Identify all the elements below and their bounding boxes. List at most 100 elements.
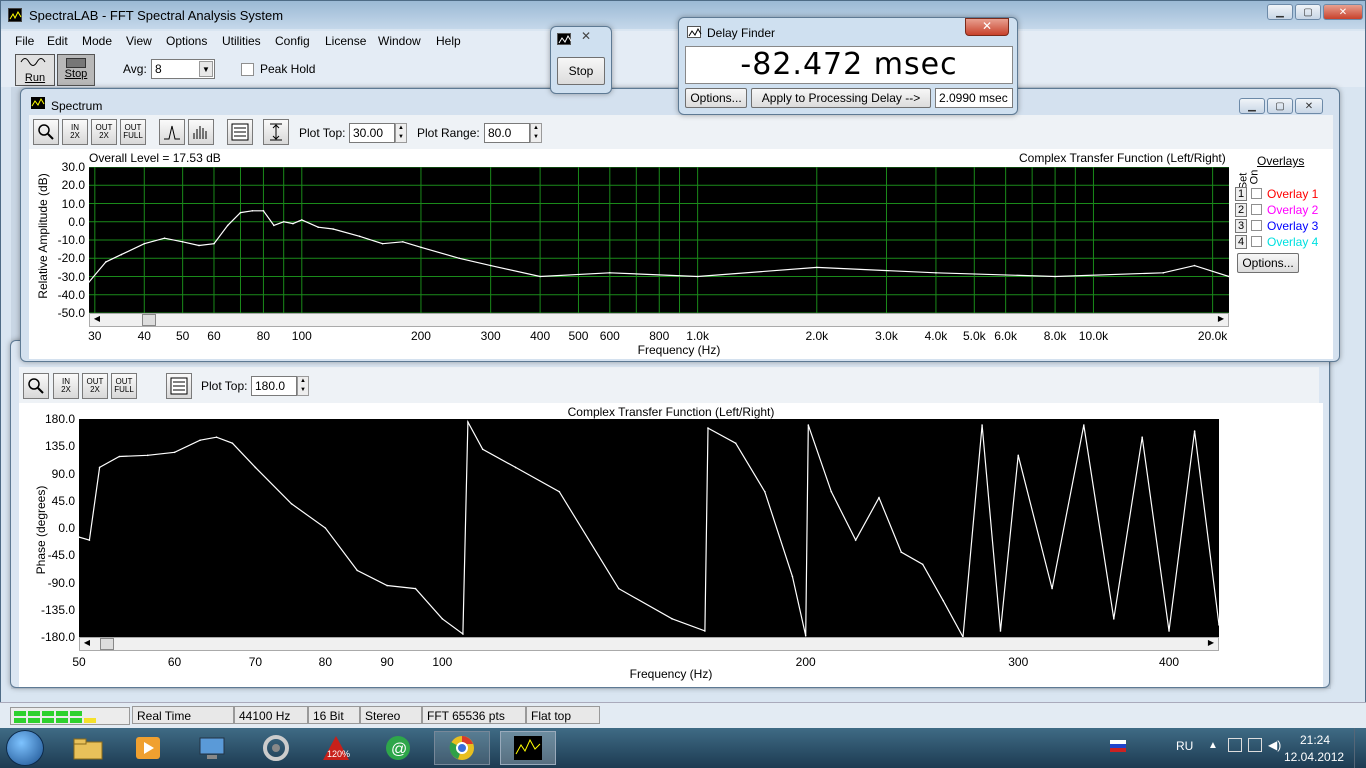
plot-range-input[interactable]: 80.0: [484, 123, 530, 143]
data-point: [1162, 272, 1164, 274]
scroll-right-arrow-icon[interactable]: ▶: [1214, 314, 1228, 326]
zoom-full-button[interactable]: OUT FULL: [111, 373, 137, 399]
spectrum-maximize-button[interactable]: ▢: [1267, 98, 1293, 114]
tray-volume-icon[interactable]: ◀): [1268, 738, 1281, 752]
stop-label: Stop: [64, 68, 88, 80]
settings-panel-icon[interactable]: [227, 119, 253, 145]
run-button[interactable]: Run: [15, 54, 55, 86]
scroll-thumb[interactable]: [100, 638, 114, 650]
stop-button[interactable]: Stop: [57, 54, 95, 86]
clock-date[interactable]: 12.04.2012: [1284, 750, 1344, 764]
phase-plot-top-input[interactable]: 180.0: [251, 376, 297, 396]
overlay-set-2-button[interactable]: 2: [1235, 203, 1247, 217]
processing-delay-field[interactable]: 2.0990 msec: [935, 88, 1013, 108]
data-point: [402, 241, 404, 243]
show-desktop-button[interactable]: [1354, 728, 1366, 768]
zoom-full-button[interactable]: OUT FULL: [120, 119, 146, 145]
web-camera-icon[interactable]: [258, 731, 294, 765]
y-tick-label: -180.0: [40, 630, 75, 644]
clock-time[interactable]: 21:24: [1300, 733, 1330, 747]
tray-network-icon[interactable]: [1248, 738, 1262, 752]
zoom-out-2x-button[interactable]: OUT 2X: [82, 373, 108, 399]
delay-finder-close-button[interactable]: ✕: [965, 18, 1009, 36]
remote-desktop-icon[interactable]: [194, 731, 230, 765]
line-mode-icon[interactable]: [159, 119, 185, 145]
delay-readout: -82.472 msec: [685, 46, 1013, 84]
chrome-icon[interactable]: [434, 731, 490, 765]
overlay-1-checkbox[interactable]: [1251, 188, 1262, 199]
menu-edit[interactable]: Edit: [47, 34, 68, 48]
data-point: [441, 618, 444, 620]
explorer-icon[interactable]: [70, 731, 106, 765]
maximize-button[interactable]: ▢: [1295, 4, 1321, 20]
zoom-in-2x-button[interactable]: IN 2X: [53, 373, 79, 399]
scroll-left-arrow-icon[interactable]: ◀: [90, 314, 104, 326]
mail-agent-icon[interactable]: @: [380, 731, 416, 765]
data-point: [420, 246, 422, 249]
svg-text:@: @: [391, 741, 407, 758]
plot-top-spinner[interactable]: ▲ ▼: [395, 123, 407, 143]
data-point: [458, 257, 461, 260]
overlay-2-checkbox[interactable]: [1251, 204, 1262, 215]
tray-devices-icon[interactable]: [1228, 738, 1242, 752]
peak-hold-checkbox[interactable]: [241, 63, 254, 76]
spectrum-scrollbar[interactable]: ◀ ▶: [89, 313, 1229, 327]
delay-options-button[interactable]: Options...: [685, 88, 747, 108]
zoom-in-2x-button[interactable]: IN 2X: [62, 119, 88, 145]
tray-arrow-icon[interactable]: ▲: [1208, 740, 1218, 751]
overlay-set-3-button[interactable]: 3: [1235, 219, 1247, 233]
phase-plot-top-spinner[interactable]: ▲ ▼: [297, 376, 309, 396]
menu-config[interactable]: Config: [275, 34, 310, 48]
menu-window[interactable]: Window: [378, 34, 421, 48]
menu-license[interactable]: License: [325, 34, 366, 48]
close-icon[interactable]: ✕: [581, 29, 591, 43]
spectrum-minimize-button[interactable]: ▁: [1239, 98, 1265, 114]
x-tick-label: 1.0k: [686, 329, 709, 343]
menu-mode[interactable]: Mode: [82, 34, 112, 48]
apply-to-processing-delay-button[interactable]: Apply to Processing Delay -->: [751, 88, 931, 108]
avg-select[interactable]: 8 ▼: [151, 59, 215, 79]
x-tick-label: 20.0k: [1197, 329, 1228, 343]
overlay-set-4-button[interactable]: 4: [1235, 235, 1247, 249]
start-button[interactable]: [6, 730, 44, 766]
menu-view[interactable]: View: [126, 34, 152, 48]
spectrum-close-button[interactable]: ✕: [1295, 98, 1323, 114]
data-point: [262, 210, 265, 212]
spectralab-taskbar-icon[interactable]: [500, 731, 556, 765]
menu-file[interactable]: File: [15, 34, 34, 48]
scroll-right-arrow-icon[interactable]: ▶: [1204, 638, 1218, 650]
language-indicator[interactable]: RU: [1176, 739, 1193, 753]
plot-top-input[interactable]: 30.00: [349, 123, 395, 143]
x-tick-label: 800: [649, 329, 670, 343]
popup-stop-button[interactable]: Stop: [557, 57, 605, 85]
plot-range-spinner[interactable]: ▲ ▼: [530, 123, 542, 143]
sine-icon: [20, 58, 46, 66]
overlay-3-checkbox[interactable]: [1251, 220, 1262, 231]
menu-options[interactable]: Options: [166, 34, 207, 48]
menu-utilities[interactable]: Utilities: [222, 34, 261, 48]
close-button[interactable]: ✕: [1323, 4, 1363, 20]
chevron-down-icon[interactable]: ▼: [199, 61, 213, 77]
scroll-thumb[interactable]: [142, 314, 156, 326]
overlay-options-button[interactable]: Options...: [1237, 253, 1299, 273]
phase-scrollbar[interactable]: ◀ ▶: [79, 637, 1219, 651]
data-point: [199, 439, 201, 441]
overlay-4-checkbox[interactable]: [1251, 236, 1262, 247]
zoom-icon[interactable]: [33, 119, 59, 145]
menu-help[interactable]: Help: [436, 34, 461, 48]
settings-panel-icon[interactable]: [166, 373, 192, 399]
autoscale-icon[interactable]: [263, 119, 289, 145]
zoom-icon[interactable]: [23, 373, 49, 399]
data-point: [609, 272, 611, 274]
overlay-2-label: Overlay 2: [1267, 203, 1319, 217]
zoom-out-2x-button[interactable]: OUT 2X: [91, 119, 117, 145]
acrobat-icon[interactable]: 120%: [318, 731, 354, 765]
data-point: [617, 587, 620, 590]
scroll-left-arrow-icon[interactable]: ◀: [80, 638, 94, 650]
minimize-button[interactable]: ▁: [1267, 4, 1293, 20]
x-tick-label: 200: [410, 329, 431, 343]
phase-x-label: Frequency (Hz): [629, 667, 713, 681]
media-player-icon[interactable]: [130, 731, 166, 765]
overlay-set-1-button[interactable]: 1: [1235, 187, 1247, 201]
bar-mode-icon[interactable]: [188, 119, 214, 145]
